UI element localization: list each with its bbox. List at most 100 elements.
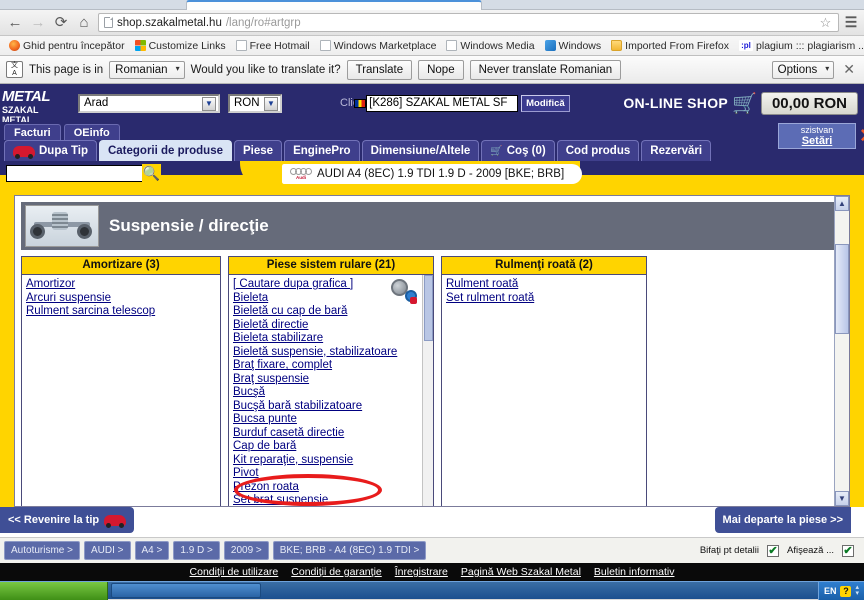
bookmark-item[interactable]: Free Hotmail (232, 39, 314, 53)
footer-link-conditii-garantie[interactable]: Condiţii de garanţie (291, 566, 381, 578)
szakal-metal-logo[interactable]: METAL SZAKAL METAL (2, 86, 70, 126)
shopping-cart-icon[interactable]: 🛒 (732, 91, 757, 116)
page-scrollbar[interactable]: ▲ ▼ (834, 196, 849, 506)
footer-link-buletin-informativ[interactable]: Buletin informativ (594, 566, 675, 578)
list-item[interactable]: Prezon roata (233, 481, 433, 495)
browser-tabstrip (0, 0, 864, 10)
chevron-down-icon: ▼ (202, 96, 216, 111)
currency-select[interactable]: RON ▼ (228, 93, 282, 113)
language-indicator[interactable]: EN (824, 586, 837, 596)
bookmark-item[interactable]: Ghid pentru începător (5, 39, 129, 53)
scrollbar-thumb[interactable] (835, 244, 849, 334)
close-infobar-icon[interactable]: ✕ (840, 61, 858, 78)
list-item[interactable]: Bucşă bară stabilizatoare (233, 400, 433, 414)
list-item[interactable]: Set rulment roată (446, 292, 646, 306)
bookmark-label: Windows Marketplace (333, 39, 437, 52)
list-item[interactable]: Bieletă cu cap de bară (233, 305, 433, 319)
back-icon[interactable]: ← (6, 14, 24, 32)
category-columns: Amortizare (3) Amortizor Arcuri suspensi… (15, 256, 849, 506)
scroll-up-icon[interactable]: ▲ (835, 196, 849, 211)
list-item[interactable]: Bieletă directie (233, 319, 433, 333)
modify-client-button[interactable]: Modifică (521, 94, 570, 112)
tab-dupa-tip[interactable]: Dupa Tip (4, 140, 97, 161)
browser-tab-active[interactable] (186, 0, 482, 10)
tab-oeinfo[interactable]: OEinfo (63, 124, 120, 140)
bookmark-item[interactable]: Windows Marketplace (316, 39, 441, 53)
list-item[interactable]: Rulment sarcina telescop (26, 305, 220, 319)
list-item[interactable]: Bieleta stabilizare (233, 332, 433, 346)
tab-facturi[interactable]: Facturi (4, 124, 61, 140)
breadcrumb-item[interactable]: Autoturisme > (4, 541, 80, 560)
list-item[interactable]: Rulment roată (446, 278, 646, 292)
list-item[interactable]: Burduf casetă directie (233, 427, 433, 441)
close-icon[interactable]: ✕ (859, 127, 864, 146)
taskbar-window-item[interactable] (111, 583, 261, 598)
scroll-down-icon[interactable]: ▼ (835, 491, 849, 506)
breadcrumb-item[interactable]: A4 > (134, 541, 170, 560)
footer-link-inregistrare[interactable]: Înregistrare (395, 566, 448, 578)
footer-link-pagina-web[interactable]: Pagină Web Szakal Metal (461, 566, 581, 578)
bookmark-item[interactable]: Windows (541, 39, 606, 53)
help-icon[interactable]: ? (840, 585, 852, 597)
home-icon[interactable]: ⌂ (75, 14, 93, 32)
tray-expand-icon[interactable]: ▴ ▾ (855, 584, 859, 597)
bookmark-item[interactable]: Imported From Firefox (607, 39, 733, 53)
translate-button[interactable]: Translate (346, 59, 413, 80)
column-scrollbar[interactable] (422, 275, 433, 506)
bookmark-item[interactable]: Windows Media (442, 39, 538, 53)
translate-language-select[interactable]: Romanian (109, 60, 185, 79)
back-to-type-button[interactable]: << Revenire la tip (0, 507, 135, 533)
nope-button[interactable]: Nope (418, 59, 464, 80)
client-input[interactable]: [K286] SZAKAL METAL SF (366, 94, 519, 112)
list-item[interactable]: Pivot (233, 467, 433, 481)
branch-select[interactable]: Arad ▼ (78, 93, 220, 113)
tab-cos[interactable]: 🛒 Coş (0) (481, 140, 555, 161)
list-item[interactable]: Bucsa punte (233, 413, 433, 427)
footer-link-conditii-utilizare[interactable]: Condiţii de utilizare (190, 566, 279, 578)
document-icon (446, 40, 458, 51)
search-icon[interactable]: 🔍 (142, 164, 161, 183)
start-button[interactable] (0, 581, 108, 600)
sub-tabs: Facturi OEinfo (0, 122, 864, 140)
breadcrumb-item[interactable]: AUDI > (83, 541, 131, 560)
list-item[interactable]: Braţ fixare, complet (233, 359, 433, 373)
list-item[interactable]: Kit reparaţie, suspensie (233, 454, 433, 468)
scrollbar-thumb[interactable] (424, 275, 433, 341)
column-title: Rulmenţi roată (2) (442, 257, 646, 275)
selected-vehicle-badge[interactable]: Audi AUDI A4 (8EC) 1.9 TDI 1.9 D - 2009 … (282, 164, 583, 184)
translate-options-button[interactable]: Options (771, 60, 835, 79)
breadcrumb-item[interactable]: 2009 > (223, 541, 269, 560)
list-item[interactable]: Braţ suspensie (233, 373, 433, 387)
bookmark-item[interactable]: :pl plagium ::: plagiarism ... (735, 39, 864, 53)
tab-rezervari[interactable]: Rezervări (641, 140, 712, 161)
settings-box[interactable]: szistvan Setări ✕ (778, 123, 864, 149)
list-item[interactable]: Arcuri suspensie (26, 292, 220, 306)
tab-categorii-de-produse[interactable]: Categorii de produse (98, 140, 233, 161)
bookmark-label: Windows Media (460, 39, 535, 52)
tab-piese[interactable]: Piese (234, 140, 283, 161)
parts-graphic-icon[interactable] (391, 279, 417, 304)
browser-menu-icon[interactable]: ☰ (844, 14, 858, 31)
forward-icon[interactable]: → (29, 14, 47, 32)
tab-cod-produs[interactable]: Cod produs (556, 140, 640, 161)
list-item[interactable]: Bucşă (233, 386, 433, 400)
list-item[interactable]: Cap de bară (233, 440, 433, 454)
reload-icon[interactable]: ⟳ (52, 14, 70, 32)
bookmark-item[interactable]: Customize Links (131, 39, 230, 53)
tab-enginepro[interactable]: EnginePro (284, 140, 360, 161)
forward-to-parts-button[interactable]: Mai departe la piese >> (714, 507, 851, 533)
tab-dimensiune-altele[interactable]: Dimensiune/Altele (361, 140, 480, 161)
column-items: Rulment roată Set rulment roată (442, 275, 646, 506)
bookmark-label: plagium ::: plagiarism ... (756, 39, 864, 52)
breadcrumb-item[interactable]: 1.9 D > (173, 541, 220, 560)
bookmark-star-icon[interactable]: ☆ (818, 15, 833, 31)
detail-checkbox[interactable]: ✔ (767, 544, 779, 557)
never-translate-button[interactable]: Never translate Romanian (469, 59, 622, 80)
address-bar[interactable]: shop.szakalmetal.hu/lang/ro#artgrp ☆ (98, 13, 839, 32)
list-item[interactable]: Bieletă suspensie, stabilizatoare (233, 346, 433, 360)
breadcrumb-item[interactable]: BKE; BRB - A4 (8EC) 1.9 TDI > (272, 541, 427, 560)
search-input[interactable] (6, 165, 146, 182)
list-item[interactable]: Amortizor (26, 278, 220, 292)
display-checkbox[interactable]: ✔ (842, 544, 854, 557)
list-item[interactable]: Set brat suspensie (233, 494, 433, 506)
